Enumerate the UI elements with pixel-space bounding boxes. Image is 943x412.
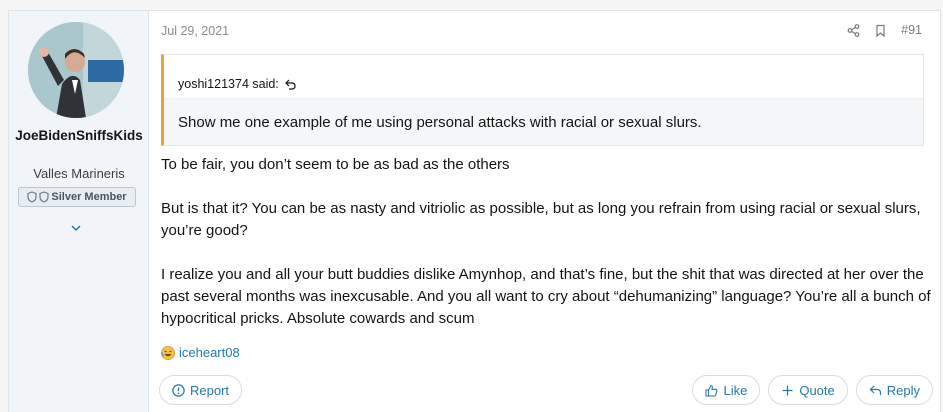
reply-button[interactable]: Reply xyxy=(855,375,933,405)
post-number[interactable]: #91 xyxy=(901,23,922,37)
rank-badge: Silver Member xyxy=(18,187,136,207)
post-main: Jul 29, 2021 #91 yoshi121374 said: Show … xyxy=(150,11,940,412)
reactor-link[interactable]: iceheart08 xyxy=(179,345,240,360)
post-container: JoeBidenSniffsKids Valles Marineris Silv… xyxy=(8,10,941,412)
quote-button[interactable]: Quote xyxy=(768,375,848,405)
share-icon[interactable] xyxy=(847,23,860,37)
quote-author[interactable]: yoshi121374 said: xyxy=(178,77,279,91)
message-paragraph: I realize you and all your butt buddies … xyxy=(161,266,931,327)
plus-icon xyxy=(782,385,793,395)
message-body: To be fair, you don’t seem to be as bad … xyxy=(161,154,931,330)
info-icon xyxy=(172,383,185,397)
post-date[interactable]: Jul 29, 2021 xyxy=(161,24,229,38)
avatar-image xyxy=(28,22,124,118)
laughing-face-icon[interactable] xyxy=(161,345,175,360)
report-label: Report xyxy=(190,382,230,398)
post-footer: Report Like Quote Reply xyxy=(159,375,933,405)
message-paragraph: To be fair, you don’t seem to be as bad … xyxy=(161,156,510,173)
user-sidebar: JoeBidenSniffsKids Valles Marineris Silv… xyxy=(9,11,149,412)
like-label: Like xyxy=(723,382,748,398)
username-link[interactable]: JoeBidenSniffsKids xyxy=(15,125,143,146)
thumbs-up-icon xyxy=(705,384,718,397)
chevron-down-icon[interactable] xyxy=(69,221,83,235)
user-title: Valles Marineris xyxy=(33,166,125,181)
quote-header: yoshi121374 said: xyxy=(164,55,923,99)
like-button[interactable]: Like xyxy=(692,375,761,405)
quote-block: yoshi121374 said: Show me one example of… xyxy=(161,54,924,146)
report-button[interactable]: Report xyxy=(159,375,243,405)
reply-icon xyxy=(869,385,881,395)
quote-label: Quote xyxy=(799,382,835,398)
shield-icon xyxy=(39,191,49,203)
reply-label: Reply xyxy=(886,382,920,398)
reactions-bar: iceheart08 xyxy=(161,345,240,360)
message-paragraph: But is that it? You can be as nasty and … xyxy=(161,200,921,239)
shield-icon xyxy=(27,191,37,203)
rank-label: Silver Member xyxy=(51,191,127,203)
jump-to-quote-icon[interactable] xyxy=(284,79,296,90)
post-actions-top: #91 xyxy=(847,23,922,37)
quote-text: Show me one example of me using personal… xyxy=(178,114,702,131)
user-avatar[interactable] xyxy=(28,22,124,118)
post-action-buttons: Like Quote Reply xyxy=(692,375,933,405)
bookmark-icon[interactable] xyxy=(874,24,887,37)
